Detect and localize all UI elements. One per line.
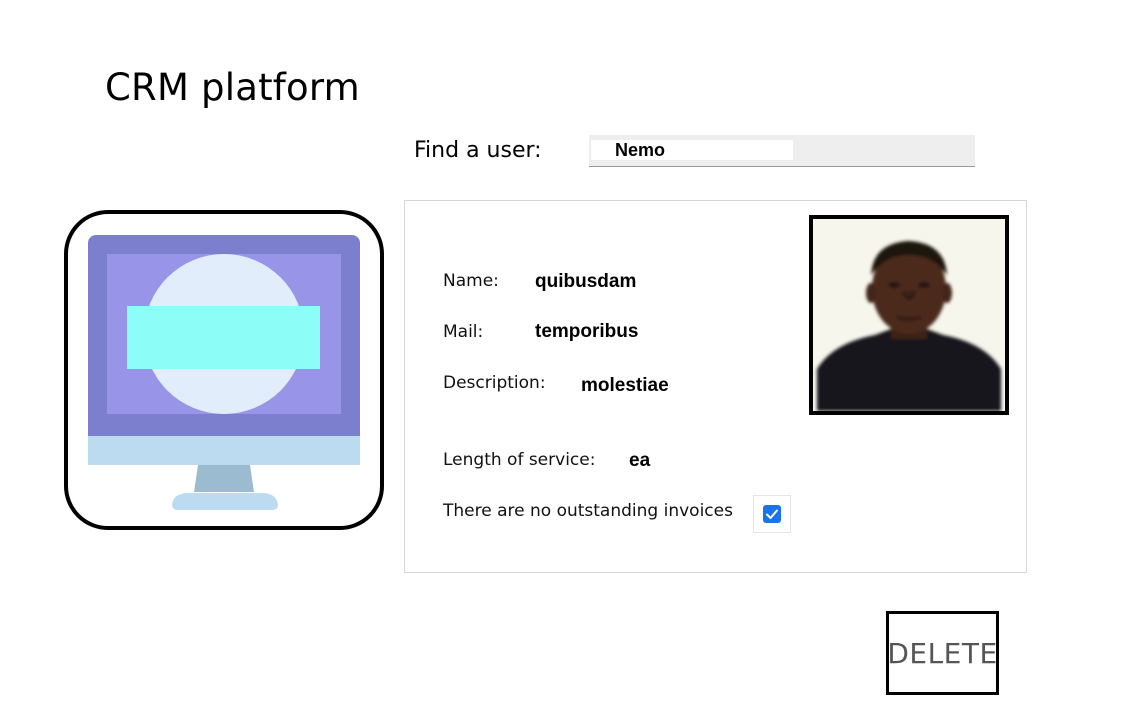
name-value: quibusdam [535,271,637,292]
search-field[interactable] [589,135,975,167]
length-of-service-label: Length of service: [443,450,596,470]
user-portrait-icon [813,219,1005,411]
mail-value: temporibus [535,321,639,342]
invoices-checkbox[interactable] [753,495,791,533]
invoices-label: There are no outstanding invoices [443,501,733,521]
monitor-illustration [64,210,384,530]
name-label: Name: [443,271,499,291]
user-profile-card: Name: quibusdam Mail: temporibus Descrip… [404,200,1027,573]
delete-button[interactable]: DELETE [886,611,999,695]
length-of-service-value: ea [629,450,651,471]
computer-monitor-icon [88,235,360,510]
description-value: molestiae [581,375,669,396]
mail-label: Mail: [443,322,484,342]
user-photo [809,215,1009,415]
description-label: Description: [443,373,546,393]
find-user-label: Find a user: [414,138,542,163]
checkbox-checked-icon[interactable] [763,505,781,523]
search-input[interactable] [591,140,793,160]
page-title: CRM platform [105,66,360,109]
